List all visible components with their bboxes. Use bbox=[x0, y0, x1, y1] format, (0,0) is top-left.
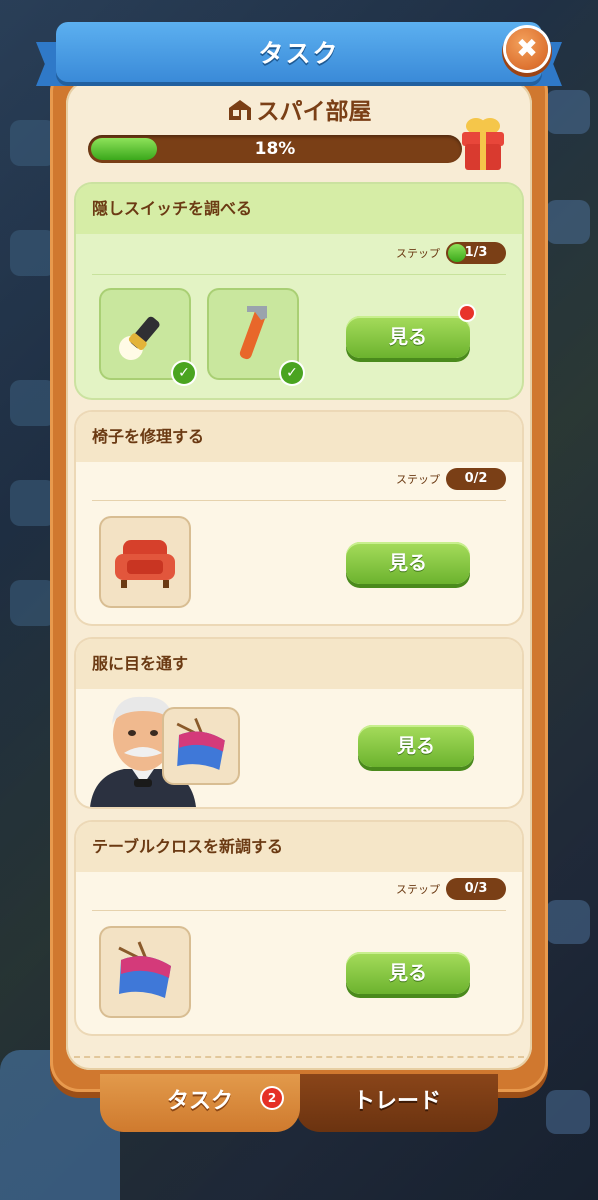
step-indicator: ステップ 0/2 bbox=[396, 468, 506, 490]
check-icon: ✓ bbox=[281, 362, 303, 384]
task-title: 服に目を通す bbox=[76, 639, 522, 689]
gift-icon[interactable] bbox=[458, 112, 508, 172]
step-value: 0/3 bbox=[464, 881, 488, 896]
wrench-icon bbox=[239, 306, 267, 360]
step-label: ステップ bbox=[396, 247, 440, 260]
view-button[interactable]: 見る bbox=[358, 725, 474, 767]
step-progress: 0/2 bbox=[446, 468, 506, 490]
task-card-check-clothes: 服に目を通す 見る bbox=[76, 639, 522, 807]
room-name: スパイ部屋 bbox=[256, 99, 372, 125]
step-value: 0/2 bbox=[464, 471, 488, 486]
task-count-badge: 2 bbox=[262, 1088, 282, 1108]
panel-divider bbox=[74, 1056, 524, 1058]
item-knitting[interactable] bbox=[101, 928, 189, 1016]
step-indicator: ステップ 0/3 bbox=[396, 878, 506, 900]
view-button[interactable]: 見る bbox=[346, 952, 470, 994]
task-title: テーブルクロスを新調する bbox=[76, 822, 522, 872]
armchair-icon bbox=[115, 540, 175, 588]
step-label: ステップ bbox=[396, 883, 440, 896]
step-indicator: ステップ 1/3 bbox=[396, 242, 506, 264]
knitting-icon bbox=[118, 941, 171, 998]
item-wrench[interactable]: ✓ bbox=[209, 290, 303, 384]
item-armchair[interactable] bbox=[101, 518, 189, 606]
item-flashlight[interactable]: ✓ bbox=[101, 290, 195, 384]
task-card-repair-chair: 椅子を修理する ステップ 0/2 見る bbox=[76, 412, 522, 624]
item-knitting[interactable] bbox=[164, 709, 238, 783]
flashlight-icon bbox=[119, 316, 160, 360]
step-progress: 0/3 bbox=[446, 878, 506, 900]
room-progress-bar: 18% bbox=[88, 135, 462, 163]
task-title: 隠しスイッチを調べる bbox=[76, 184, 522, 234]
background-tile bbox=[546, 200, 590, 244]
house-icon bbox=[228, 100, 251, 120]
card-divider bbox=[92, 910, 506, 911]
background-tile bbox=[546, 900, 590, 944]
knitting-icon bbox=[176, 717, 225, 770]
background-tile bbox=[546, 1090, 590, 1134]
window-title: タスク bbox=[56, 22, 542, 82]
card-divider bbox=[92, 500, 506, 501]
room-progress-label: 18% bbox=[254, 139, 296, 159]
view-button[interactable]: 見る bbox=[346, 316, 470, 358]
view-button[interactable]: 見る bbox=[346, 542, 470, 584]
card-divider bbox=[92, 274, 506, 275]
room-header: スパイ部屋 bbox=[0, 92, 598, 126]
task-card-new-tablecloth: テーブルクロスを新調する ステップ 0/3 見る bbox=[76, 822, 522, 1034]
step-label: ステップ bbox=[396, 473, 440, 486]
step-progress: 1/3 bbox=[446, 242, 506, 264]
task-title: 椅子を修理する bbox=[76, 412, 522, 462]
notification-dot bbox=[460, 306, 474, 320]
task-card-hidden-switch: 隠しスイッチを調べる ステップ 1/3 ✓ ✓ 見る bbox=[76, 184, 522, 398]
step-value: 1/3 bbox=[464, 245, 488, 260]
close-button[interactable]: ✖ bbox=[506, 28, 548, 70]
check-icon: ✓ bbox=[173, 362, 195, 384]
tab-trade[interactable]: トレード bbox=[296, 1074, 498, 1132]
